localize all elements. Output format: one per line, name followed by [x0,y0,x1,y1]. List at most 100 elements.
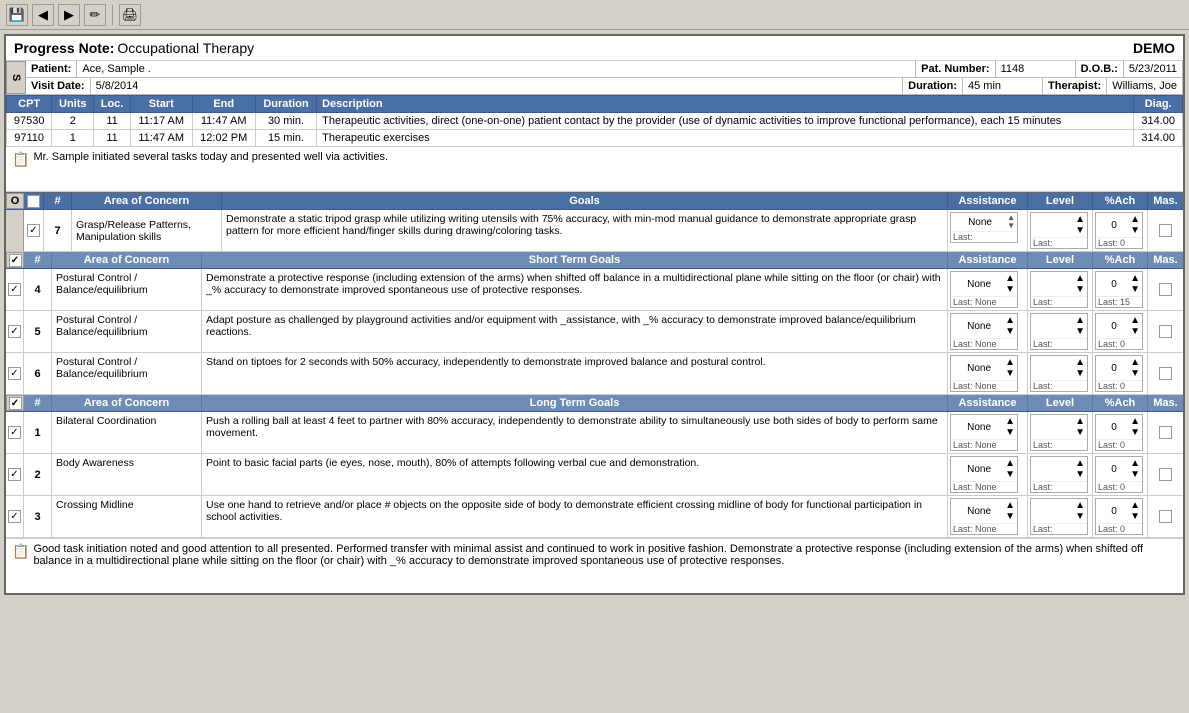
lt-goal-checkbox[interactable]: ✓ [27,195,40,208]
lt-row-1: ✓ 1 Bilateral Coordination Push a rollin… [6,412,1183,454]
note1-icon: 📋 [12,151,29,168]
o-marker: O [11,195,20,207]
col-mas-header: Mas. [1148,193,1183,209]
title-text: Occupational Therapy [117,40,254,56]
lt-level-col: Level [1028,395,1093,411]
cpt-col-header: CPT [7,96,52,113]
lt-header-check2[interactable]: ✓ [9,397,22,410]
col-goals-main-header: Goals [222,193,948,209]
row7-checkbox[interactable]: ✓ [27,224,40,237]
therapist-label: Therapist: [1043,78,1107,94]
st-assist-col: Assistance [948,252,1028,268]
dob-label: D.O.B.: [1076,61,1124,77]
lt-check-col: ✓ [6,395,24,411]
page-title: Progress Note: Occupational Therapy [14,40,254,56]
row2-assist: None▲▼ Last: None [948,454,1028,495]
visit-date-label: Visit Date: [26,78,91,94]
row1-area: Bilateral Coordination [52,412,202,453]
description-col-header: Description [317,96,1134,113]
st-row-6: ✓ 6 Postural Control / Balance/equilibri… [6,353,1183,395]
cpt-table: CPT Units Loc. Start End Duration Descri… [6,95,1183,147]
row4-mas[interactable] [1148,269,1183,310]
row4-area: Postural Control / Balance/equilibrium [52,269,202,310]
units-col-header: Units [52,96,94,113]
st-header-check[interactable]: ✓ [9,254,22,267]
row3-pct: 0▲▼ Last: 0 [1093,496,1148,537]
row2-checkbox[interactable]: ✓ [8,468,21,481]
forward-button[interactable]: ▶ [58,4,80,26]
row2-pct: 0▲▼ Last: 0 [1093,454,1148,495]
row6-level: ▲▼ Last: [1028,353,1093,394]
st-level-col: Level [1028,252,1093,268]
row7-mas[interactable] [1148,210,1183,251]
row7-area: Grasp/Release Patterns, Manipulation ski… [72,210,222,251]
goals-section: O ✓ # Area of Concern Goals Assistance L… [6,192,1183,538]
print-button[interactable]: 🖨 [119,4,141,26]
row6-checkbox[interactable]: ✓ [8,367,21,380]
row4-checkbox[interactable]: ✓ [8,283,21,296]
table-row: 9711011111:47 AM12:02 PM15 min.Therapeut… [7,130,1183,147]
row4-pct: 0▲▼ Last: 15 [1093,269,1148,310]
row6-goals: Stand on tiptoes for 2 seconds with 50% … [202,353,948,394]
pat-number-value: 1148 [996,61,1076,77]
visit-date-value: 5/8/2014 [91,78,904,94]
row3-assist: None▲▼ Last: None [948,496,1028,537]
row3-goals: Use one hand to retrieve and/or place # … [202,496,948,537]
col-pct-header: %Ach [1093,193,1148,209]
patient-value: Ace, Sample . [77,61,916,77]
row1-mas[interactable] [1148,412,1183,453]
back-button[interactable]: ◀ [32,4,54,26]
note2-box: 📋 Good task initiation noted and good at… [6,538,1183,593]
col-level-header: Level [1028,193,1093,209]
row6-mas[interactable] [1148,353,1183,394]
table-row: 9753021111:17 AM11:47 AM30 min.Therapeut… [7,113,1183,130]
row1-pct: 0▲▼ Last: 0 [1093,412,1148,453]
note1-text: Mr. Sample initiated several tasks today… [33,151,388,163]
edit-button[interactable]: ✏ [84,4,106,26]
lt-area-col: Area of Concern [52,395,202,411]
row3-level: ▲▼ Last: [1028,496,1093,537]
col-area-header: Area of Concern [72,193,222,209]
row1-goals: Push a rolling ball at least 4 feet to p… [202,412,948,453]
patient-label: Patient: [26,61,77,77]
end-col-header: End [192,96,255,113]
save-button[interactable]: 💾 [6,4,28,26]
row3-mas[interactable] [1148,496,1183,537]
st-row-5: ✓ 5 Postural Control / Balance/equilibri… [6,311,1183,353]
row2-goals: Point to basic facial parts (ie eyes, no… [202,454,948,495]
therapist-value: Williams, Joe [1107,78,1183,94]
st-area-col: Area of Concern [52,252,202,268]
row1-assist: None▲▼ Last: None [948,412,1028,453]
row4-assist: None▲▼ Last: None [948,269,1028,310]
lt-pct-col: %Ach [1093,395,1148,411]
row5-goals: Adapt posture as challenged by playgroun… [202,311,948,352]
row1-checkbox[interactable]: ✓ [8,426,21,439]
row1-num: 1 [24,412,52,453]
row2-mas[interactable] [1148,454,1183,495]
row4-goals: Demonstrate a protective response (inclu… [202,269,948,310]
row5-area: Postural Control / Balance/equilibrium [52,311,202,352]
row6-num: 6 [24,353,52,394]
row6-assist: None▲▼ Last: None [948,353,1028,394]
row5-num: 5 [24,311,52,352]
row3-area: Crossing Midline [52,496,202,537]
row4-level: ▲▼ Last: [1028,269,1093,310]
row3-num: 3 [24,496,52,537]
st-row-4: ✓ 4 Postural Control / Balance/equilibri… [6,269,1183,311]
row4-num: 4 [24,269,52,310]
row5-checkbox[interactable]: ✓ [8,325,21,338]
lt-num-col: # [24,395,52,411]
st-goals-col: Short Term Goals [202,252,948,268]
row6-pct: 0▲▼ Last: 0 [1093,353,1148,394]
row2-area: Body Awareness [52,454,202,495]
note2-text: Good task initiation noted and good atte… [33,543,1177,567]
row3-checkbox[interactable]: ✓ [8,510,21,523]
row7-num: 7 [44,210,72,251]
row5-level: ▲▼ Last: [1028,311,1093,352]
row5-mas[interactable] [1148,311,1183,352]
col-assist-header: Assistance [948,193,1028,209]
title-bar: Progress Note: Occupational Therapy DEMO [6,36,1183,61]
note1-box: 📋 Mr. Sample initiated several tasks tod… [6,147,1183,192]
row2-num: 2 [24,454,52,495]
lt-row-3: ✓ 3 Crossing Midline Use one hand to ret… [6,496,1183,538]
